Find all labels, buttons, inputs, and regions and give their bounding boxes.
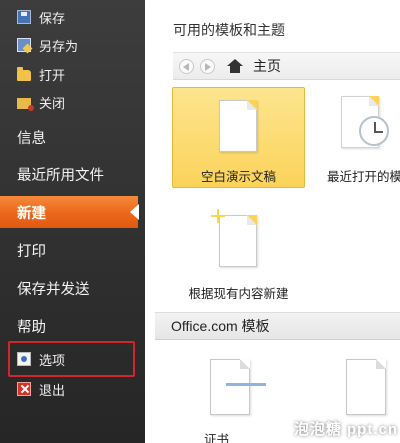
options-label: 选项 [39, 352, 66, 368]
template-document-icon [346, 359, 386, 415]
exit-icon [17, 382, 31, 396]
open-folder-icon [17, 66, 31, 81]
home-label[interactable]: 主页 [253, 56, 281, 76]
save-as-icon [17, 38, 31, 52]
forward-arrow-icon[interactable] [200, 58, 215, 74]
home-icon[interactable] [227, 59, 243, 73]
tab-recent[interactable]: 最近所用文件 [0, 158, 140, 190]
certificate-banner [226, 383, 266, 386]
open-label: 打开 [39, 67, 66, 83]
tab-recent-label: 最近所用文件 [17, 167, 104, 184]
close-label: 关闭 [39, 95, 66, 111]
exit-label: 退出 [39, 382, 66, 398]
tab-help[interactable]: 帮助 [0, 310, 140, 342]
certificate-document-icon [210, 359, 250, 415]
tab-new-label: 新建 [17, 205, 46, 222]
save-as-label: 另存为 [39, 38, 79, 54]
recent-templates-tile[interactable]: 最近打开的模 [320, 87, 400, 188]
back-arrow-icon[interactable] [179, 58, 194, 74]
new-from-existing-caption: 根据现有内容新建 [188, 287, 289, 301]
new-presentation-pane: 可用的模板和主题 主页 空白演示文稿 最近打开的模 根据现有内容新建 Offic… [145, 0, 400, 443]
open-command[interactable]: 打开 [0, 62, 140, 86]
close-command[interactable]: 关闭 [0, 90, 140, 114]
exit-command[interactable]: 退出 [0, 377, 140, 401]
new-from-existing-tile[interactable]: 根据现有内容新建 [172, 200, 305, 301]
tab-print-label: 打印 [17, 243, 46, 260]
options-command[interactable]: 选项 [0, 347, 140, 371]
clock-icon [359, 116, 389, 146]
template-nav-bar: 主页 [173, 52, 400, 80]
blank-presentation-caption: 空白演示文稿 [200, 170, 276, 184]
recent-templates-caption: 最近打开的模 [327, 170, 400, 184]
tab-print[interactable]: 打印 [0, 234, 140, 266]
tab-save-send[interactable]: 保存并发送 [0, 272, 140, 304]
sparkle-icon [211, 209, 225, 223]
save-as-command[interactable]: 另存为 [0, 33, 140, 57]
save-command[interactable]: 保存 [0, 5, 140, 29]
close-file-icon [17, 97, 34, 111]
tab-new[interactable]: 新建 [0, 196, 139, 228]
tab-info-label: 信息 [17, 130, 46, 147]
blank-document-icon [219, 100, 257, 152]
backstage-sidebar: 保存 另存为 打开 关闭 信息 最近所用文件 新建 打印 保存并发送 帮助 选项… [0, 0, 145, 443]
blank-presentation-tile[interactable]: 空白演示文稿 [172, 87, 305, 188]
office-templates-header: Office.com 模板 [155, 312, 400, 340]
save-icon [17, 10, 31, 24]
save-label: 保存 [39, 10, 66, 26]
certificate-template-tile[interactable]: 证书 [185, 350, 295, 443]
tab-info[interactable]: 信息 [0, 121, 140, 153]
tab-save-send-label: 保存并发送 [17, 281, 90, 298]
tab-help-label: 帮助 [17, 319, 46, 336]
watermark: 泡泡糖 ppt.cn [293, 421, 398, 438]
available-templates-title: 可用的模板和主题 [173, 22, 285, 38]
options-icon [17, 352, 31, 366]
